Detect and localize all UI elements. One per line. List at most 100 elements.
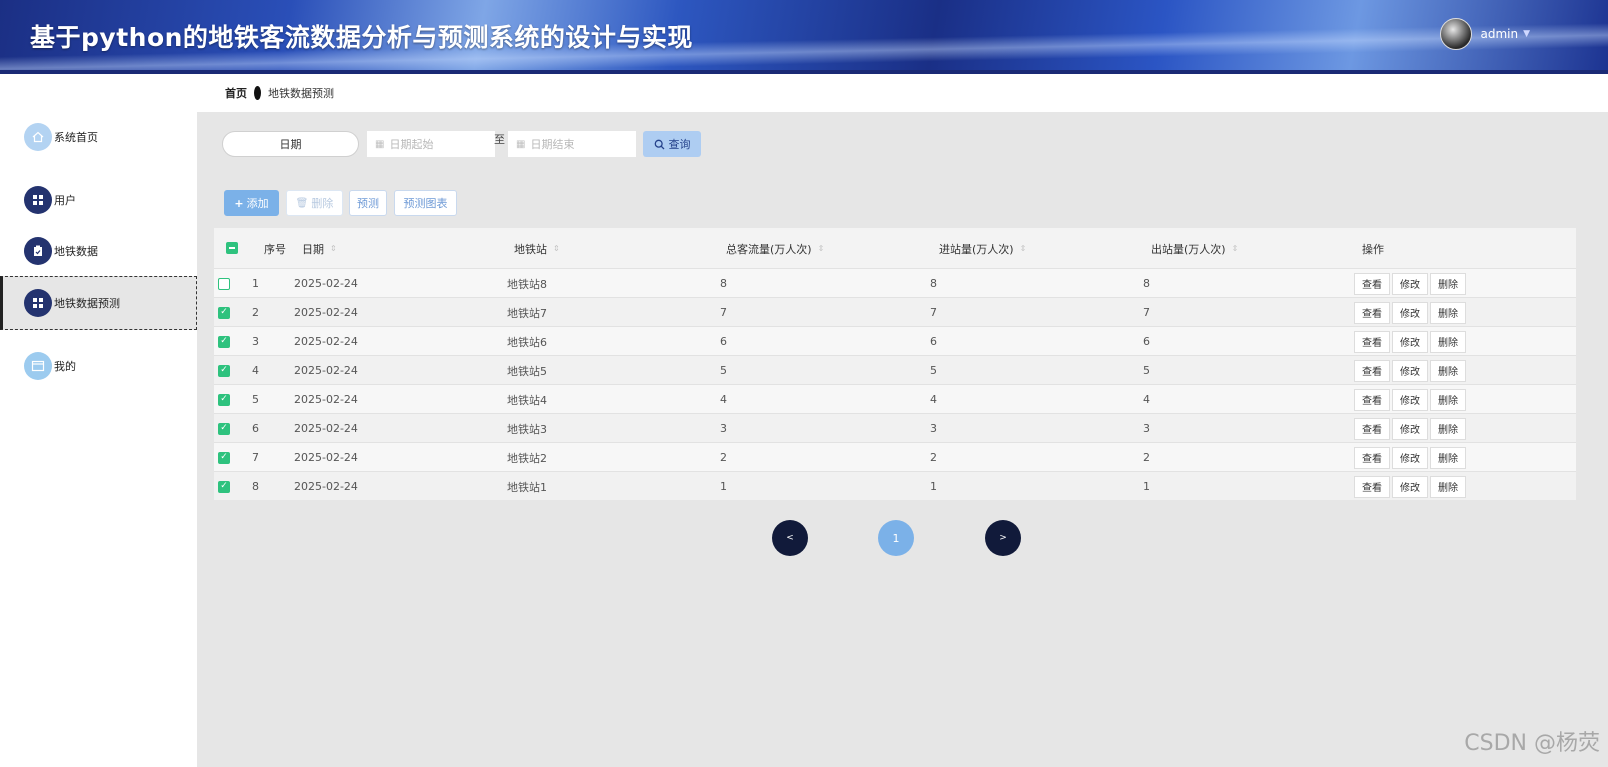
cell-out: 1 (1143, 480, 1150, 493)
predict-chart-button[interactable]: 预测图表 (394, 190, 457, 216)
row-delete-button[interactable]: 删除 (1430, 301, 1466, 324)
col-station[interactable]: 地铁站 ⇕ (514, 241, 560, 257)
row-delete-button[interactable]: 删除 (1430, 475, 1466, 498)
add-label: 添加 (246, 197, 269, 210)
row-checkbox-cell: ✓ (218, 472, 230, 501)
view-button[interactable]: 查看 (1354, 272, 1390, 295)
prev-page-button[interactable]: < (772, 520, 808, 556)
view-button[interactable]: 查看 (1354, 359, 1390, 382)
cell-date: 2025-02-24 (294, 393, 358, 406)
sort-icon[interactable]: ⇕ (330, 245, 337, 253)
sort-icon[interactable]: ⇕ (553, 245, 560, 253)
query-button[interactable]: 查询 (643, 131, 701, 157)
username[interactable]: admin (1480, 27, 1518, 41)
next-page-button[interactable]: > (985, 520, 1021, 556)
edit-button[interactable]: 修改 (1392, 446, 1428, 469)
table-row[interactable]: ✓ 3 2025-02-24 地铁站6 6 6 6 查看 修改 删除 (214, 326, 1576, 355)
cell-total: 7 (720, 306, 727, 319)
sidebar-item-metro-prediction[interactable]: 地铁数据预测 (0, 276, 197, 330)
edit-button[interactable]: 修改 (1392, 359, 1428, 382)
col-in[interactable]: 进站量(万人次) ⇕ (939, 241, 1026, 257)
view-button[interactable]: 查看 (1354, 301, 1390, 324)
table-row[interactable]: ✓ 4 2025-02-24 地铁站5 5 5 5 查看 修改 删除 (214, 355, 1576, 384)
cell-date: 2025-02-24 (294, 277, 358, 290)
row-delete-button[interactable]: 删除 (1430, 446, 1466, 469)
edit-button[interactable]: 修改 (1392, 388, 1428, 411)
sort-icon[interactable]: ⇕ (1020, 245, 1027, 253)
view-button[interactable]: 查看 (1354, 388, 1390, 411)
row-checkbox[interactable]: ✓ (218, 422, 230, 435)
row-checkbox[interactable]: ✓ (218, 480, 230, 493)
cell-index: 7 (252, 451, 259, 464)
table-row[interactable]: ✓ 2 2025-02-24 地铁站7 7 7 7 查看 修改 删除 (214, 297, 1576, 326)
view-button[interactable]: 查看 (1354, 446, 1390, 469)
caret-down-icon[interactable]: ▼ (1523, 29, 1530, 39)
date-start-placeholder: 日期起始 (389, 138, 434, 151)
row-checkbox[interactable]: ✓ (218, 335, 230, 348)
sidebar-item-label: 我的 (54, 360, 76, 373)
col-total[interactable]: 总客流量(万人次) ⇕ (726, 241, 824, 257)
cell-station: 地铁站6 (507, 335, 547, 349)
sidebar-item-metro-data[interactable]: 地铁数据 (0, 224, 197, 278)
row-delete-button[interactable]: 删除 (1430, 359, 1466, 382)
row-delete-button[interactable]: 删除 (1430, 388, 1466, 411)
cell-station: 地铁站4 (507, 393, 547, 407)
row-checkbox[interactable]: ✓ (218, 364, 230, 377)
date-end-input[interactable]: ▦ 日期结束 (508, 131, 636, 157)
cell-total: 4 (720, 393, 727, 406)
app-title: 基于python的地铁客流数据分析与预测系统的设计与实现 (30, 23, 693, 52)
cell-total: 3 (720, 422, 727, 435)
view-button[interactable]: 查看 (1354, 417, 1390, 440)
user-menu[interactable]: admin ▼ (1440, 18, 1530, 50)
sidebar-item-home[interactable]: 系统首页 (0, 110, 197, 164)
home-icon (24, 123, 52, 151)
edit-button[interactable]: 修改 (1392, 475, 1428, 498)
sort-icon[interactable]: ⇕ (818, 245, 825, 253)
sidebar-item-users[interactable]: 用户 (0, 173, 197, 227)
view-button[interactable]: 查看 (1354, 330, 1390, 353)
table-row[interactable]: ✓ 7 2025-02-24 地铁站2 2 2 2 查看 修改 删除 (214, 442, 1576, 471)
table-row[interactable]: ✓ 6 2025-02-24 地铁站3 3 3 3 查看 修改 删除 (214, 413, 1576, 442)
cell-index: 4 (252, 364, 259, 377)
date-end-placeholder: 日期结束 (530, 138, 575, 151)
edit-button[interactable]: 修改 (1392, 301, 1428, 324)
cell-out: 5 (1143, 364, 1150, 377)
sort-icon[interactable]: ⇕ (1232, 245, 1239, 253)
view-button[interactable]: 查看 (1354, 475, 1390, 498)
col-out[interactable]: 出站量(万人次) ⇕ (1151, 241, 1238, 257)
row-checkbox[interactable]: ✓ (218, 393, 230, 406)
cell-index: 2 (252, 306, 259, 319)
cell-total: 1 (720, 480, 727, 493)
date-start-input[interactable]: ▦ 日期起始 (367, 131, 495, 157)
select-all-checkbox[interactable] (226, 242, 238, 254)
add-button[interactable]: + 添加 (224, 190, 279, 216)
row-checkbox[interactable]: ✓ (218, 451, 230, 464)
edit-button[interactable]: 修改 (1392, 272, 1428, 295)
row-actions: 查看 修改 删除 (1354, 298, 1468, 327)
cell-date: 2025-02-24 (294, 306, 358, 319)
grid-icon (24, 186, 52, 214)
plus-icon: + (234, 196, 244, 210)
breadcrumb-home[interactable]: 首页 (225, 85, 247, 101)
trash-icon: 🗑 (295, 197, 309, 209)
avatar[interactable] (1440, 18, 1473, 50)
edit-button[interactable]: 修改 (1392, 417, 1428, 440)
delete-button[interactable]: 🗑 删除 (286, 190, 343, 216)
col-date[interactable]: 日期 ⇕ (302, 241, 337, 257)
sidebar-item-mine[interactable]: 我的 (0, 339, 197, 393)
table-row[interactable]: ✓ 5 2025-02-24 地铁站4 4 4 4 查看 修改 删除 (214, 384, 1576, 413)
page-1-button[interactable]: 1 (878, 520, 914, 556)
row-delete-button[interactable]: 删除 (1430, 272, 1466, 295)
row-checkbox-cell: ✓ (218, 356, 230, 385)
row-checkbox[interactable] (218, 277, 230, 290)
row-checkbox[interactable]: ✓ (218, 306, 230, 319)
predict-button[interactable]: 预测 (349, 190, 387, 216)
row-delete-button[interactable]: 删除 (1430, 417, 1466, 440)
row-delete-button[interactable]: 删除 (1430, 330, 1466, 353)
table-row[interactable]: ✓ 8 2025-02-24 地铁站1 1 1 1 查看 修改 删除 (214, 471, 1576, 500)
cell-in: 6 (930, 335, 937, 348)
edit-button[interactable]: 修改 (1392, 330, 1428, 353)
row-actions: 查看 修改 删除 (1354, 443, 1468, 472)
table-row[interactable]: 1 2025-02-24 地铁站8 8 8 8 查看 修改 删除 (214, 268, 1576, 297)
sidebar-item-label: 系统首页 (54, 131, 98, 144)
